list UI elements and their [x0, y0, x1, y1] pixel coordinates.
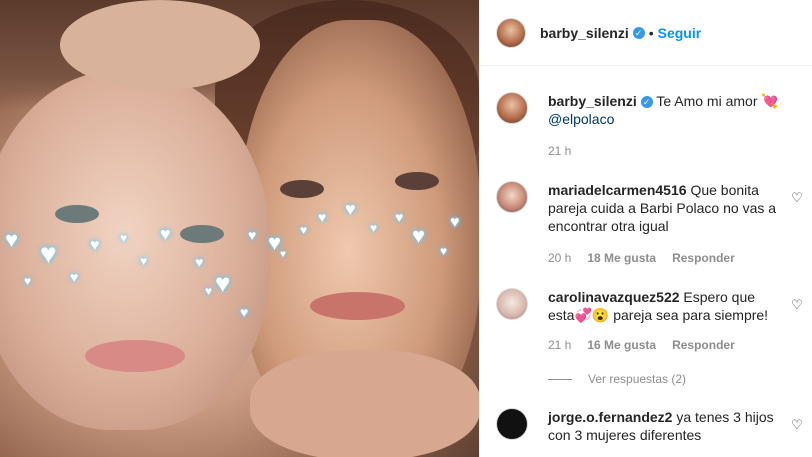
heart-filter-icon: ♥: [395, 209, 404, 225]
comment: mariadelcarmen4516 Que bonita pareja cui…: [496, 181, 806, 271]
caption-username[interactable]: barby_silenzi: [548, 93, 637, 109]
caption-time[interactable]: 21 h: [548, 144, 571, 158]
view-replies-button[interactable]: Ver respuestas (2): [548, 372, 686, 386]
heart-outline-icon[interactable]: ♡: [790, 418, 804, 432]
heart-filter-icon: ♥: [412, 223, 426, 248]
heart-filter-icon: ♥: [160, 224, 171, 244]
comment-likes[interactable]: 18 Me gusta: [587, 251, 656, 265]
heart-filter-icon: ♥: [215, 268, 231, 298]
photo-lips: [85, 340, 185, 372]
comment-time[interactable]: 20 h: [548, 251, 571, 265]
comment-username[interactable]: jorge.o.fernandez2: [548, 409, 672, 425]
caption: barby_silenzi ✓ Te Amo mi amor 💘 @elpolac…: [496, 92, 806, 162]
heart-filter-icon: ♥: [120, 231, 128, 245]
header-separator: •: [648, 24, 654, 41]
photo-eye: [395, 172, 439, 190]
reply-button[interactable]: Responder: [672, 251, 735, 265]
avatar[interactable]: [496, 408, 528, 440]
post-photo[interactable]: ♥ ♥ ♥ ♥ ♥ ♥ ♥ ♥ ♥ ♥ ♥ ♥ ♥ ♥ ♥ ♥ ♥ ♥ ♥ ♥ …: [0, 0, 479, 457]
heart-filter-icon: ♥: [440, 244, 448, 258]
caption-text: Te Amo mi amor 💘: [656, 93, 779, 109]
photo-lips: [310, 292, 405, 320]
heart-filter-icon: ♥: [240, 304, 249, 320]
heart-filter-icon: ♥: [450, 214, 460, 231]
comment-text-block: jorge.o.fernandez2 ya tenes 3 hijos con …: [548, 408, 783, 444]
comment: carolinavazquez522 Espero que esta💞😮 par…: [496, 288, 806, 358]
photo-hand-bottom: [250, 350, 479, 457]
avatar[interactable]: [496, 17, 526, 48]
heart-filter-icon: ♥: [370, 221, 378, 235]
avatar[interactable]: [496, 181, 528, 213]
photo-eye: [280, 180, 324, 198]
header-username[interactable]: barby_silenzi: [540, 25, 629, 41]
caption-mention[interactable]: @elpolaco: [548, 111, 614, 127]
photo-hand-top: [60, 0, 260, 90]
view-replies-label: Ver respuestas (2): [588, 372, 687, 386]
caption-meta: 21 h: [548, 144, 571, 158]
comment: jorge.o.fernandez2 ya tenes 3 hijos con …: [496, 408, 806, 457]
heart-outline-icon[interactable]: ♡: [790, 191, 804, 205]
comment-time[interactable]: 21 h: [548, 338, 571, 352]
comment-meta: 20 h 18 Me gusta Responder: [548, 251, 735, 265]
verified-badge-icon: ✓: [632, 26, 645, 39]
heart-filter-icon: ♥: [280, 249, 286, 260]
heart-filter-icon: ♥: [318, 209, 327, 225]
heart-filter-icon: ♥: [5, 227, 19, 252]
heart-filter-icon: ♥: [40, 238, 57, 269]
follow-button[interactable]: Seguir: [658, 25, 702, 41]
reply-button[interactable]: Responder: [672, 338, 735, 352]
comment-text-block: carolinavazquez522 Espero que esta💞😮 par…: [548, 288, 783, 324]
heart-filter-icon: ♥: [248, 227, 257, 243]
heart-filter-icon: ♥: [140, 254, 148, 268]
heart-filter-icon: ♥: [300, 223, 308, 237]
avatar[interactable]: [496, 92, 528, 124]
heart-outline-icon[interactable]: ♡: [790, 298, 804, 312]
caption-text-block: barby_silenzi ✓ Te Amo mi amor 💘 @elpolac…: [548, 92, 783, 128]
post-header: barby_silenzi ✓ • Seguir: [479, 0, 812, 66]
heart-filter-icon: ♥: [70, 269, 79, 285]
heart-filter-icon: ♥: [195, 254, 204, 270]
comment-meta: 21 h 16 Me gusta Responder: [548, 338, 735, 352]
comment-username[interactable]: carolinavazquez522: [548, 289, 680, 305]
comment-likes[interactable]: 16 Me gusta: [587, 338, 656, 352]
heart-filter-icon: ♥: [345, 199, 356, 219]
heart-filter-icon: ♥: [24, 274, 32, 288]
heart-filter-icon: ♥: [205, 284, 213, 298]
replies-divider: [548, 378, 572, 380]
comment-text-block: mariadelcarmen4516 Que bonita pareja cui…: [548, 181, 783, 235]
avatar[interactable]: [496, 288, 528, 320]
heart-filter-icon: ♥: [90, 237, 100, 254]
comment-username[interactable]: mariadelcarmen4516: [548, 182, 687, 198]
photo-eye: [180, 225, 224, 243]
instagram-post: ♥ ♥ ♥ ♥ ♥ ♥ ♥ ♥ ♥ ♥ ♥ ♥ ♥ ♥ ♥ ♥ ♥ ♥ ♥ ♥ …: [0, 0, 812, 457]
comments-panel[interactable]: barby_silenzi ✓ Te Amo mi amor 💘 @elpolac…: [479, 66, 812, 457]
photo-eye: [55, 205, 99, 223]
verified-badge-icon: ✓: [640, 96, 653, 109]
